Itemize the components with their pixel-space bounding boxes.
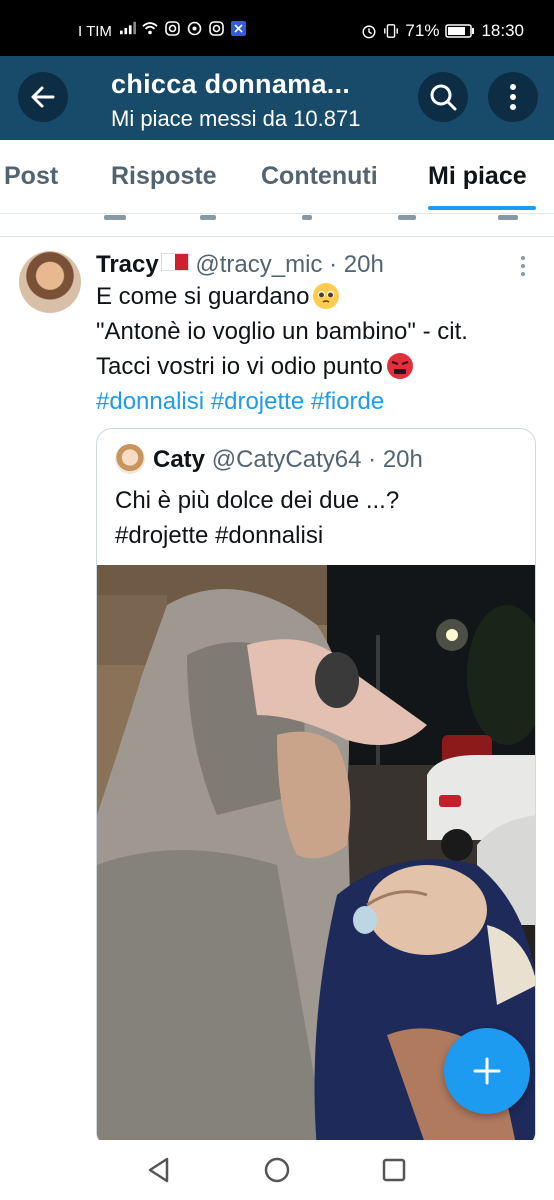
more-dot-icon <box>521 256 525 260</box>
more-options-button[interactable] <box>488 72 538 122</box>
whatsapp-icon <box>186 20 202 36</box>
tab-contenuti[interactable]: Contenuti <box>261 162 378 191</box>
recents-square-icon[interactable] <box>381 1157 407 1183</box>
battery-percent: 71% <box>405 21 440 40</box>
tweet-text-line: "Antonè io voglio un bambino" - cit. <box>96 318 468 345</box>
plus-icon <box>473 1057 501 1085</box>
page-title: chicca donnama... <box>111 69 351 99</box>
retweet-icon <box>200 215 216 220</box>
separator-dot: · <box>329 251 338 278</box>
vibrate-icon <box>383 23 399 39</box>
alarm-icon <box>361 23 377 39</box>
author-name[interactable]: Tracy <box>96 251 159 278</box>
more-dot-icon <box>521 272 525 276</box>
quote-time: 20h <box>382 446 423 473</box>
reply-icon <box>104 215 126 220</box>
tweet-more-button[interactable] <box>512 254 534 278</box>
tweet-text-line: E come si guardano <box>96 283 340 311</box>
arrow-left-icon <box>31 86 55 108</box>
hashtag-link[interactable]: #drojette <box>211 388 304 415</box>
quote-author-handle: @CatyCaty64 <box>211 446 362 473</box>
instagram-icon <box>164 20 180 36</box>
app-header: chicca donnama... Mi piace messi da 10.8… <box>0 56 554 140</box>
system-nav-bar <box>0 1140 554 1200</box>
status-bar: I TIM 71% 18:30 <box>0 0 554 56</box>
more-vertical-icon <box>510 84 516 110</box>
battery-icon <box>445 23 475 39</box>
quote-text-line: #drojette #donnalisi <box>115 522 324 549</box>
tweet-header: Tracy @tracy_mic · 20h <box>96 251 384 279</box>
tweet-hashtags: #donnalisi #drojette #fiorde <box>96 388 384 416</box>
pleading-face-emoji-icon <box>313 283 340 309</box>
back-triangle-icon[interactable] <box>145 1156 173 1184</box>
app-notification-icon <box>230 20 246 36</box>
profile-tabs: Post Risposte Contenuti Mi piace <box>0 140 554 214</box>
share-icon <box>498 215 518 220</box>
malta-flag-icon <box>160 253 189 271</box>
compose-button[interactable] <box>444 1028 530 1114</box>
signal-icon <box>120 20 136 36</box>
separator-dot: · <box>368 446 377 473</box>
tweet-text-line: Tacci vostri io vi odio punto <box>96 353 413 381</box>
tweet-time: 20h <box>343 251 384 278</box>
more-dot-icon <box>521 264 525 268</box>
author-handle[interactable]: @tracy_mic <box>195 251 322 278</box>
angry-face-emoji-icon <box>386 353 413 379</box>
tweet-text: E come si guardano <box>96 283 310 310</box>
active-tab-indicator <box>428 206 536 210</box>
views-icon <box>398 215 416 220</box>
hashtag-link[interactable]: #donnalisi <box>96 388 204 415</box>
tweet-text: Tacci vostri io vi odio punto <box>96 353 383 380</box>
avatar[interactable] <box>19 251 81 313</box>
tab-risposte[interactable]: Risposte <box>111 162 217 191</box>
search-button[interactable] <box>418 72 468 122</box>
previous-tweet-actions-partial <box>0 215 554 237</box>
like-icon <box>302 215 312 220</box>
carrier-label: I TIM <box>78 23 112 40</box>
clock: 18:30 <box>481 21 524 40</box>
home-circle-icon[interactable] <box>263 1156 291 1184</box>
instagram-icon <box>208 20 224 36</box>
quote-text-line: Chi è più dolce dei due ...? <box>115 487 400 514</box>
page-subtitle: Mi piace messi da 10.871 <box>111 106 361 131</box>
quote-avatar <box>115 444 145 474</box>
search-icon <box>430 84 457 111</box>
quote-header: Caty @CatyCaty64 · 20h <box>153 446 423 474</box>
hashtag-link[interactable]: #fiorde <box>311 388 384 415</box>
wifi-icon <box>142 20 158 36</box>
tab-mi-piace[interactable]: Mi piace <box>428 162 527 191</box>
quote-author-name: Caty <box>153 446 206 473</box>
back-button[interactable] <box>18 72 68 122</box>
tab-post[interactable]: Post <box>4 162 58 191</box>
